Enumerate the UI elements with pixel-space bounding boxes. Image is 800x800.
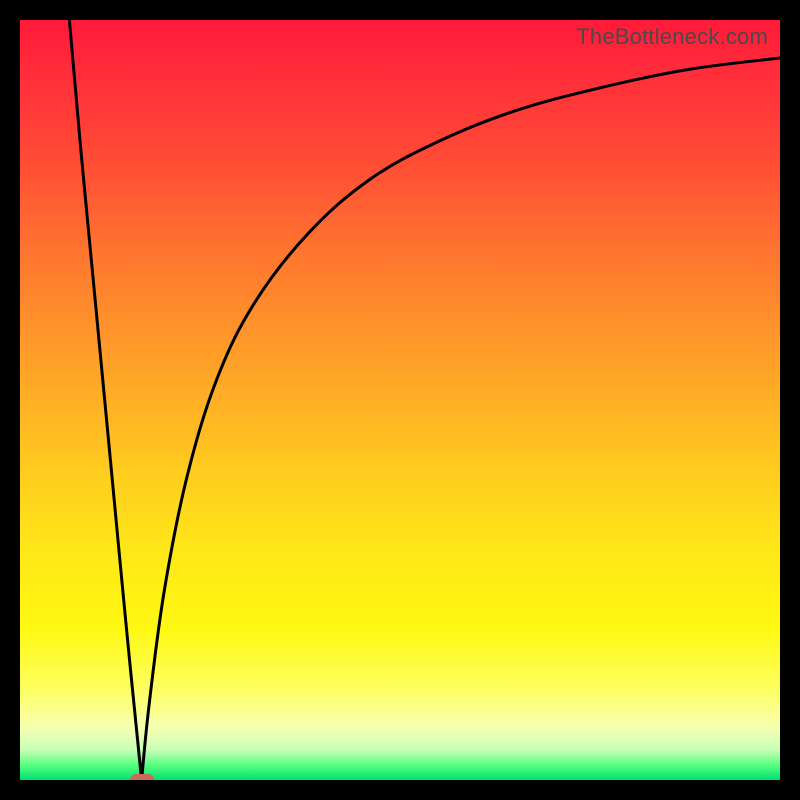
chart-curves [20, 20, 780, 780]
bottleneck-marker [130, 774, 154, 780]
chart-area: TheBottleneck.com [20, 20, 780, 780]
curve-left-branch [69, 20, 141, 780]
curve-right-branch [142, 58, 780, 780]
